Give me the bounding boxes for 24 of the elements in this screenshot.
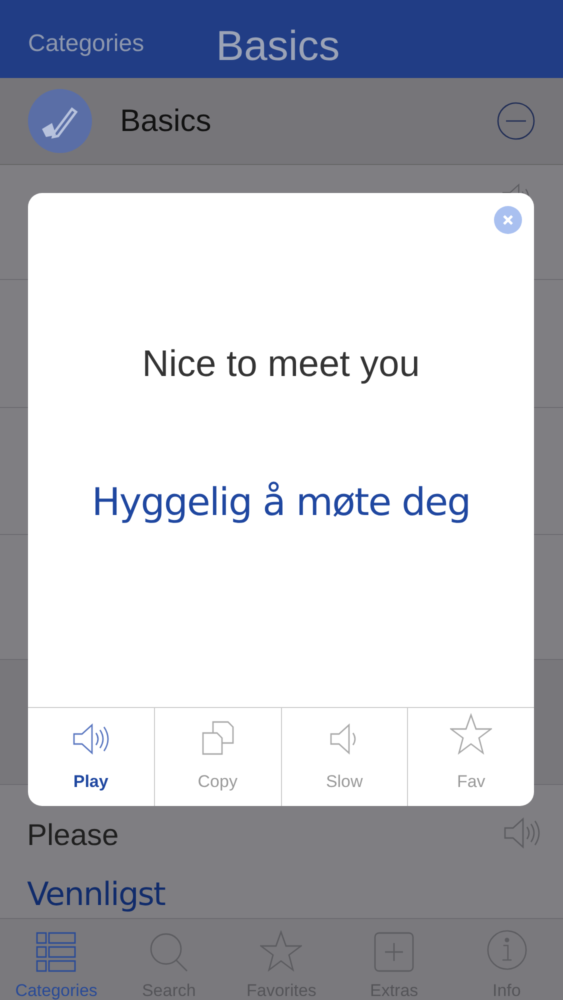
speaker-icon[interactable]	[503, 817, 541, 849]
star-icon	[260, 930, 302, 972]
list-icon	[36, 932, 76, 972]
pencil-icon	[28, 89, 92, 153]
translation-text: Vennligst	[27, 874, 165, 915]
action-button[interactable]: Slow	[280, 708, 408, 806]
back-button[interactable]: Categories	[28, 26, 144, 62]
close-icon	[502, 214, 514, 226]
star-icon	[450, 712, 492, 754]
translation-text: Hyggelig å møte deg	[92, 478, 470, 526]
category-title: Basics	[120, 102, 212, 140]
info-icon	[486, 928, 527, 972]
tab[interactable]: Categories	[0, 919, 113, 1000]
collapse-icon[interactable]	[497, 102, 535, 140]
phrase-text: Nice to meet you	[142, 342, 420, 386]
action-button[interactable]: Fav	[407, 708, 534, 806]
phrase-text: Please	[27, 818, 119, 854]
action-button[interactable]: Play	[28, 708, 154, 806]
action-button[interactable]: Copy	[154, 708, 280, 806]
plus-icon	[374, 932, 414, 972]
close-button[interactable]	[494, 206, 522, 234]
speaker-icon	[72, 722, 110, 754]
search-icon	[148, 932, 189, 972]
nav-title: Basics	[216, 21, 340, 71]
